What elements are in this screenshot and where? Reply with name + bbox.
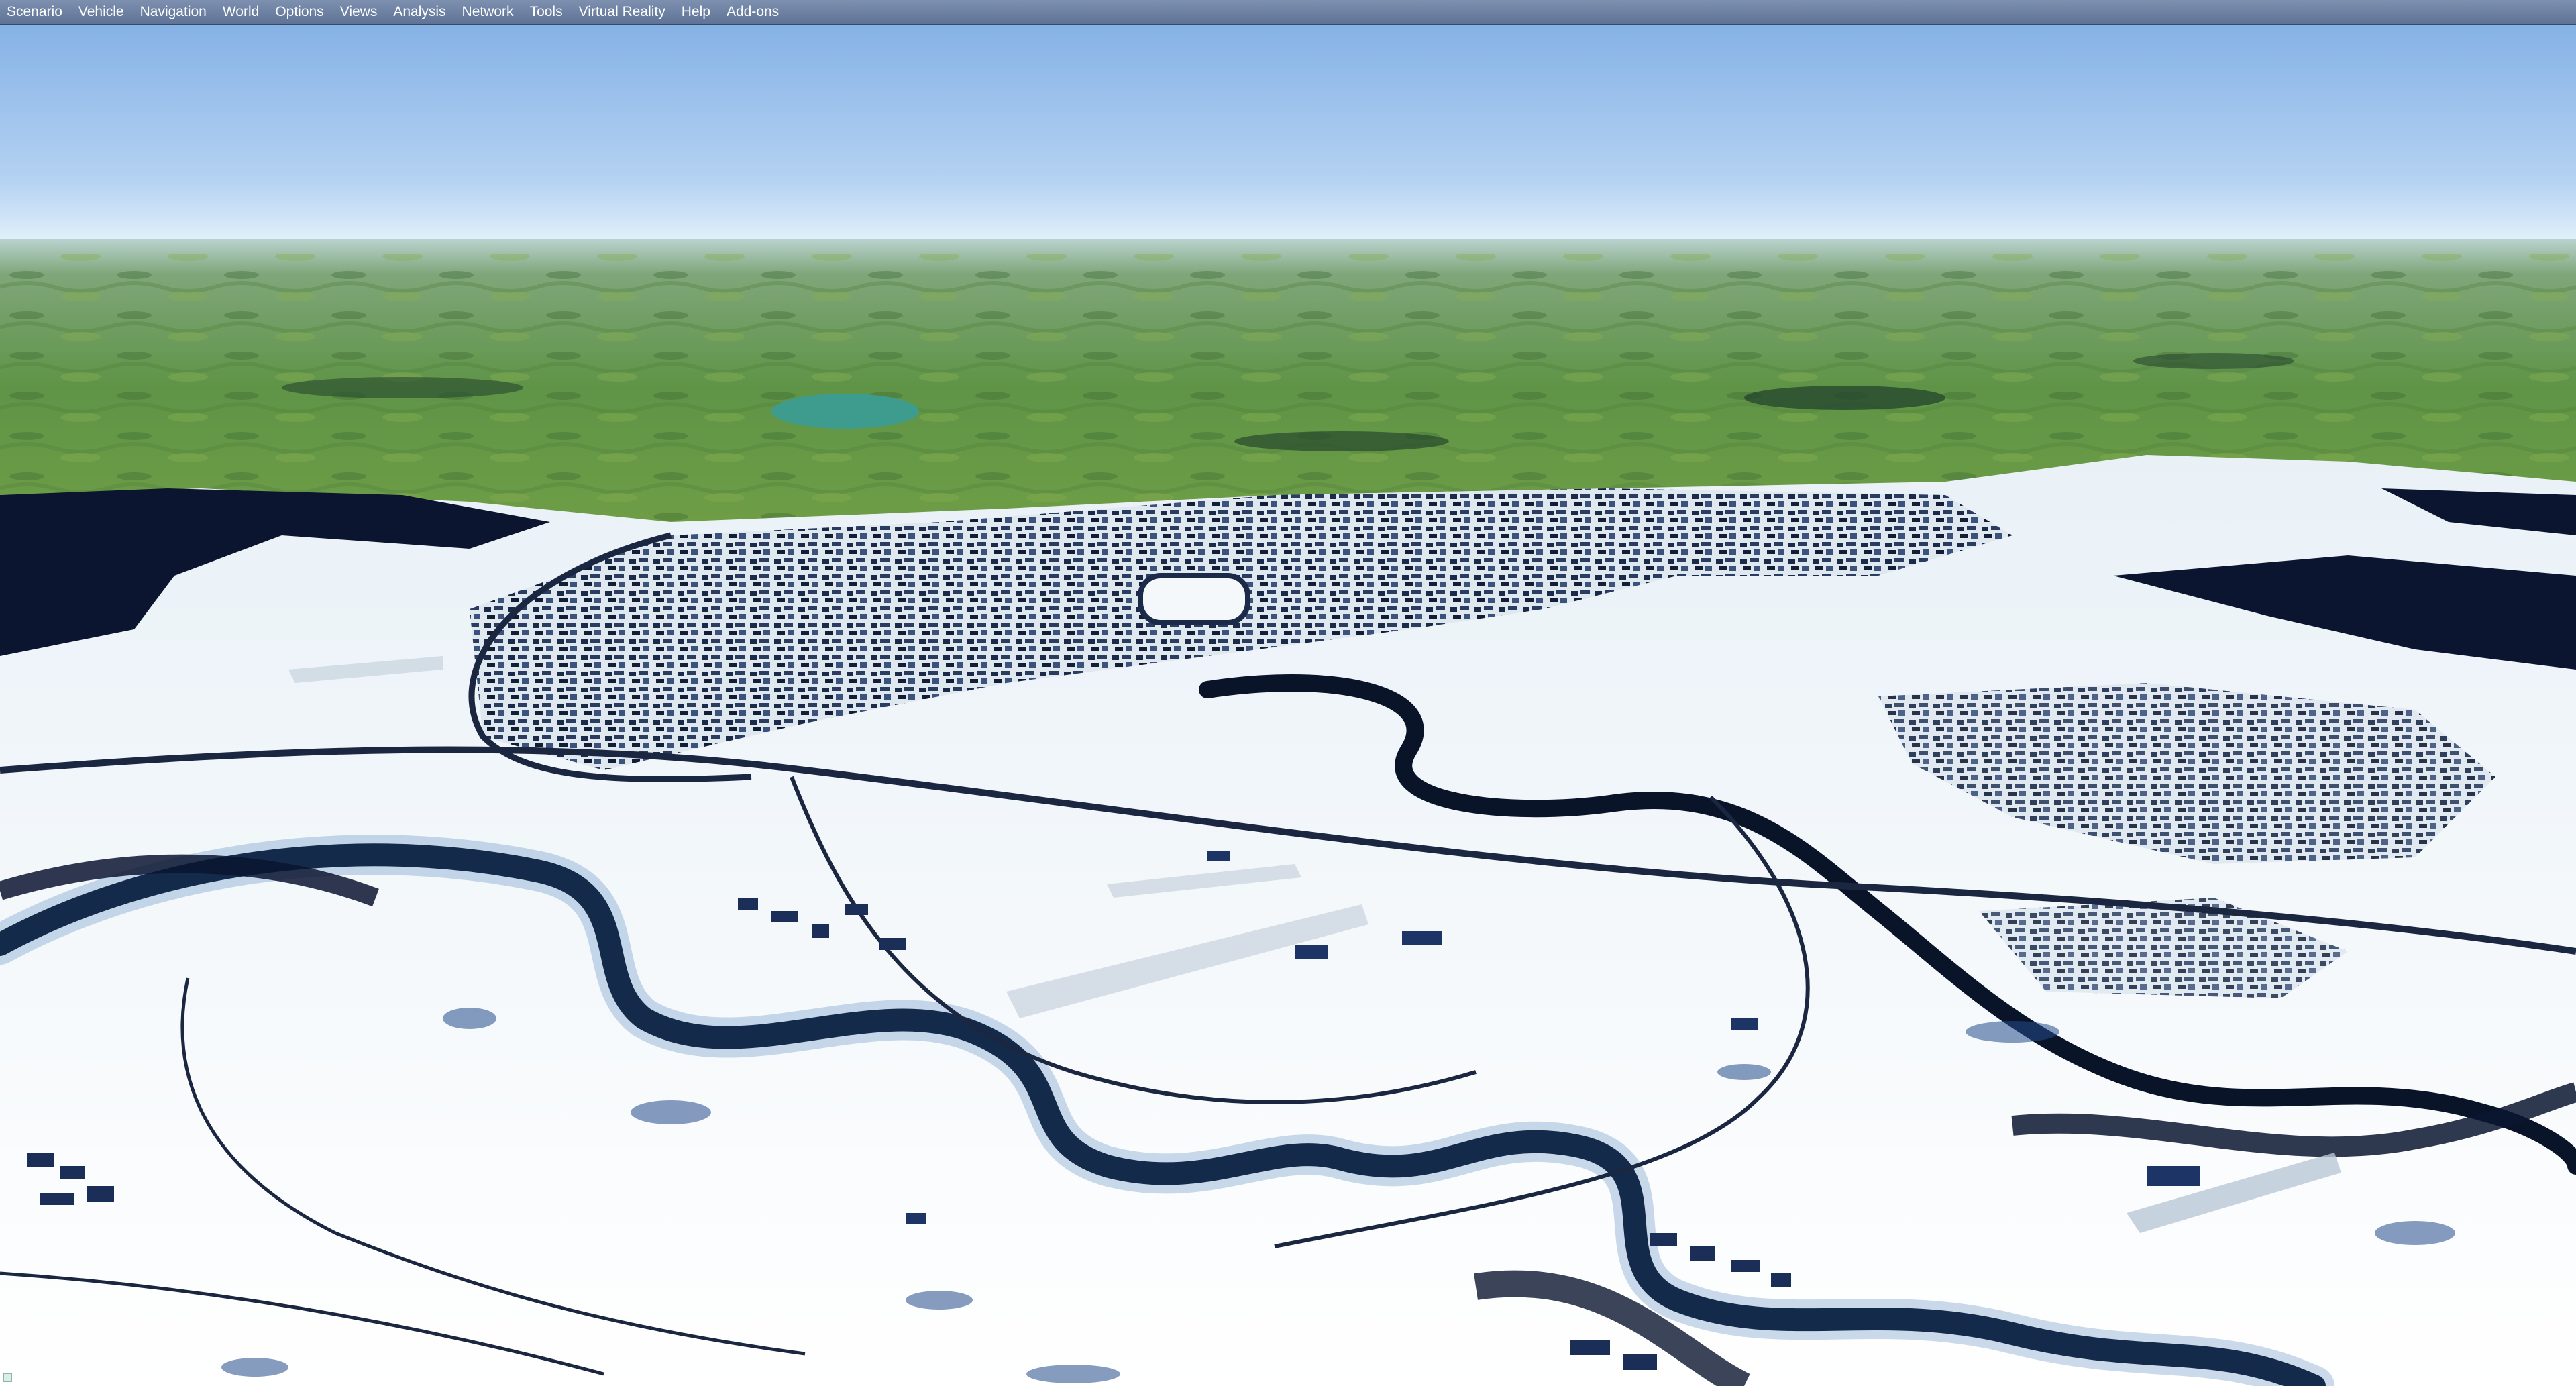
forest-patch xyxy=(2133,353,2294,369)
sky xyxy=(0,25,2576,247)
stadium xyxy=(1138,573,1250,625)
forest-patch xyxy=(1234,431,1449,451)
menu-network[interactable]: Network xyxy=(454,0,522,25)
menu-vehicle[interactable]: Vehicle xyxy=(70,0,132,25)
menu-analysis[interactable]: Analysis xyxy=(385,0,453,25)
menu-options[interactable]: Options xyxy=(267,0,331,25)
menu-add-ons[interactable]: Add-ons xyxy=(718,0,787,25)
flight-simulator-window: Scenario Vehicle Navigation World Option… xyxy=(0,0,2576,1386)
forest-patch xyxy=(282,377,523,398)
lake xyxy=(771,394,919,429)
menu-help[interactable]: Help xyxy=(674,0,718,25)
menu-virtual-reality[interactable]: Virtual Reality xyxy=(571,0,674,25)
3d-scene-viewport[interactable] xyxy=(0,25,2576,1386)
menu-bar: Scenario Vehicle Navigation World Option… xyxy=(0,0,2576,25)
status-indicator[interactable] xyxy=(3,1373,12,1382)
menu-navigation[interactable]: Navigation xyxy=(132,0,215,25)
aerial-terrain-view[interactable] xyxy=(0,25,2576,1386)
forest-patch xyxy=(1744,386,1945,410)
menu-tools[interactable]: Tools xyxy=(522,0,571,25)
menu-views[interactable]: Views xyxy=(332,0,386,25)
menu-world[interactable]: World xyxy=(215,0,267,25)
menu-scenario[interactable]: Scenario xyxy=(0,0,70,25)
